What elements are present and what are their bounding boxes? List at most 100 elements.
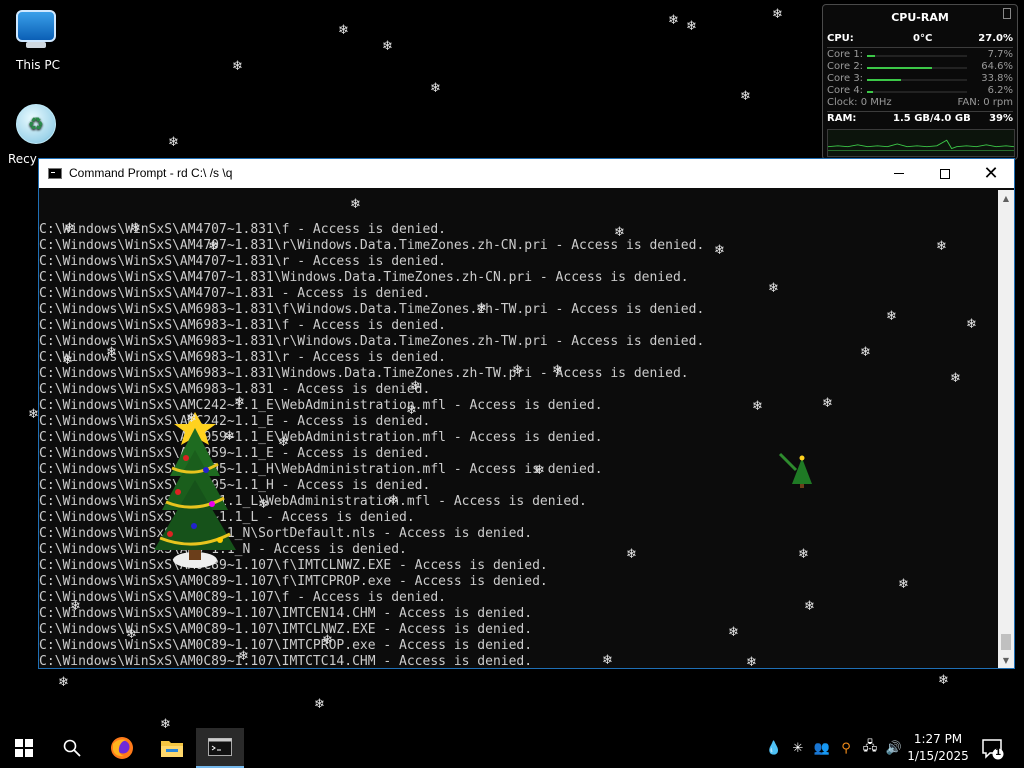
snowflake-icon: ❄ [822,396,833,411]
scroll-thumb[interactable] [1001,634,1011,650]
gadget-close-button[interactable] [1003,8,1011,19]
volume-icon[interactable]: 🔊 [884,728,904,768]
snowflake-icon: ❄ [382,39,393,54]
core-bar-fill [867,91,874,93]
core-row: Core 1: 7.7% [827,49,1013,61]
console-line: C:\Windows\WinSxS\AM6983~1.831 - Access … [39,382,431,397]
ram-usage: 1.5 GB/4.0 GB [893,113,971,124]
snowflake-icon: ❄ [860,345,871,360]
window-titlebar[interactable]: Command Prompt - rd C:\ /s \q ✕ [39,159,1014,188]
taskbar: 💧 ✳ 👥 ⚲ 🖧 🔊 1:27 PM 1/15/2025 1 [0,728,1024,768]
cmd-icon [208,738,232,756]
core-row: Core 4: 6.2% [827,85,1013,97]
snowflake-icon: ❄ [602,653,613,668]
snowflake-icon: ❄ [898,577,909,592]
snowflake-icon: ❄ [476,301,487,316]
snowflake-icon: ❄ [224,429,235,444]
console-line: C:\Windows\WinSxS\AM4707~1.831 - Access … [39,286,431,301]
droplet-tray-icon[interactable]: 💧 [766,728,782,768]
core-value: 6.2% [987,85,1013,96]
cpu-temp: 0°C [913,33,933,44]
fan-label: FAN: 0 rpm [957,97,1013,108]
core-label: Core 2: [827,61,864,72]
cpu-label: CPU: [827,33,854,44]
core-row: Core 2: 64.6% [827,61,1013,73]
window-title: Command Prompt - rd C:\ /s \q [69,166,233,180]
snowflake-icon: ❄ [936,239,947,254]
snowflake-icon: ❄ [70,599,81,614]
snowflake-icon: ❄ [798,547,809,562]
console-line: C:\Windows\WinSxS\AM0C89~1.107\IMTCLNWZ.… [39,622,533,637]
clock-label: Clock: 0 MHz [827,97,892,108]
snowflake-icon: ❄ [686,19,697,34]
snowflake-icon: ❄ [534,463,545,478]
minimize-icon [894,173,904,174]
snowflake-icon: ❄ [740,89,751,104]
close-button[interactable]: ✕ [968,159,1014,188]
snowflake-icon: ❄ [126,627,137,642]
this-pc-label: This PC [16,58,60,72]
cmd-app-icon [48,168,62,179]
firefox-taskbar-button[interactable] [98,728,146,768]
system-clock[interactable]: 1:27 PM 1/15/2025 [904,731,972,765]
snowflake-icon: ❄ [234,395,245,410]
core-bar-fill [867,67,932,69]
maximize-button[interactable] [922,159,968,188]
network-users-tray-icon[interactable]: 👥 [812,728,832,768]
snowflake-icon: ❄ [64,221,75,236]
snowflake-icon: ❄ [106,345,117,360]
recycle-bin-icon[interactable]: ♻ Recy [0,104,76,166]
this-pc-icon[interactable]: This PC [0,6,76,72]
console-line: C:\Windows\WinSxS\AM0C89~1.107\IMTCTC14.… [39,654,533,668]
network-icon[interactable]: 🖧 [860,728,880,768]
snowflake-tray-icon[interactable]: ✳ [788,728,808,768]
console-line: C:\Windows\WinSxS\AM4707~1.831\f - Acces… [39,222,446,237]
folder-icon [161,741,183,757]
gadget-title: CPU-RAM [891,11,949,24]
minimize-button[interactable] [876,159,922,188]
snowflake-icon: ❄ [746,655,757,670]
snowflake-icon: ❄ [938,673,949,688]
cpu-value: 27.0% [978,33,1013,44]
key-tray-icon[interactable]: ⚲ [836,728,856,768]
snowflake-icon: ❄ [168,135,179,150]
core-bar-fill [867,55,875,57]
cpu-row: CPU: 0°C 27.0% [827,33,1013,45]
snowflake-icon: ❄ [714,243,725,258]
ram-value: 39% [989,113,1013,124]
snowflake-icon: ❄ [768,281,779,296]
snowflake-icon: ❄ [512,363,523,378]
clock-row: Clock: 0 MHz FAN: 0 rpm [827,97,1013,109]
snowflake-icon: ❄ [130,221,141,236]
core-label: Core 1: [827,49,864,60]
snowflake-icon: ❄ [614,225,625,240]
firefox-icon [111,737,133,759]
console-line: C:\Windows\WinSxS\AM4707~1.831\Windows.D… [39,270,689,285]
core-bar [867,91,967,93]
snowflake-icon: ❄ [886,309,897,324]
action-center-button[interactable]: 1 [980,736,1004,760]
snowflake-icon: ❄ [950,371,961,386]
scroll-up-arrow-icon[interactable]: ▲ [998,190,1014,206]
core-bar [867,55,967,57]
snowflake-icon: ❄ [552,363,563,378]
console-line: C:\Windows\WinSxS\AM6983~1.831\f\Windows… [39,302,705,317]
cpu-history-graph [827,129,1015,157]
snowflake-icon: ❄ [752,399,763,414]
start-button[interactable] [0,728,48,768]
snowflake-icon: ❄ [322,633,333,648]
snowflake-icon: ❄ [410,379,421,394]
search-button[interactable] [48,728,96,768]
cpu-ram-gadget: CPU-RAM CPU: 0°C 27.0% Core 1: 7.7% Core… [822,4,1018,160]
core-value: 64.6% [981,61,1013,72]
gadget-divider [827,47,1013,48]
file-explorer-taskbar-button[interactable] [148,728,196,768]
snowflake-icon: ❄ [406,403,417,418]
core-bar-fill [867,79,901,81]
recycle-icon: ♻ [16,104,60,148]
vertical-scrollbar[interactable]: ▲ ▼ [998,190,1014,668]
scroll-down-arrow-icon[interactable]: ▼ [998,652,1014,668]
command-prompt-taskbar-button[interactable] [196,728,244,768]
console-line: C:\Windows\WinSxS\AM6983~1.831\f - Acces… [39,318,446,333]
snowflake-icon: ❄ [772,7,783,22]
